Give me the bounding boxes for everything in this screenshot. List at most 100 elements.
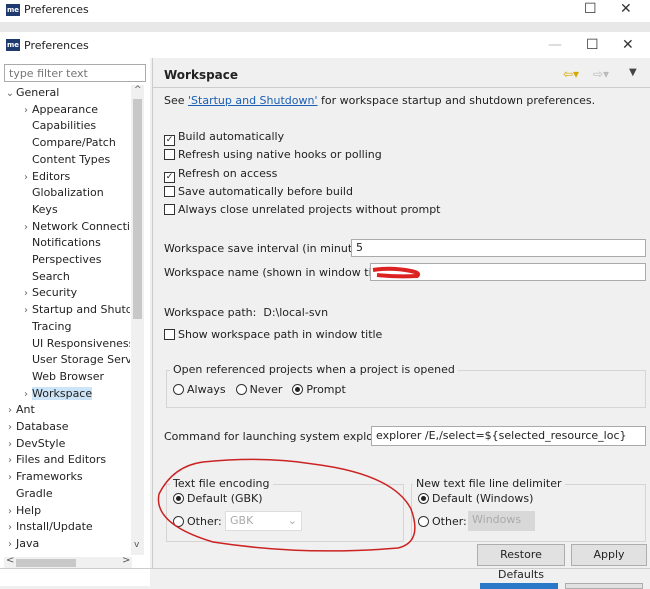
tree-item-label: Perspectives xyxy=(32,253,102,266)
tree-item-label: Network Connecti xyxy=(32,219,130,233)
chevron-right-icon[interactable]: › xyxy=(4,437,16,453)
open-referenced-group: Open referenced projects when a project … xyxy=(166,363,646,408)
outer-maximize-button[interactable]: ☐ xyxy=(584,1,597,17)
open-ref-radio[interactable]: Prompt xyxy=(292,383,346,396)
chevron-right-icon[interactable]: › xyxy=(20,303,32,319)
show-path-checkbox[interactable]: Show workspace path in window title xyxy=(164,328,382,341)
tree-item[interactable]: Compare/Patch xyxy=(4,135,116,151)
chevron-right-icon[interactable]: › xyxy=(4,520,16,536)
app-logo-icon: me xyxy=(6,4,20,16)
tree-item[interactable]: › Frameworks xyxy=(4,469,83,485)
tree-item[interactable]: ⌄ General xyxy=(4,85,60,102)
checkbox-option[interactable]: Refresh using native hooks or polling xyxy=(164,148,441,166)
tree-item-label: Install/Update xyxy=(16,520,93,534)
outer-title-bar: me Preferences ☐ ✕ xyxy=(0,0,650,22)
startup-shutdown-link[interactable]: 'Startup and Shutdown' xyxy=(188,94,317,107)
minimize-button[interactable]: — xyxy=(548,37,562,53)
tree-item[interactable]: › Appearance xyxy=(4,102,98,118)
chevron-right-icon[interactable]: › xyxy=(4,453,16,469)
chevron-right-icon[interactable]: › xyxy=(4,403,16,419)
tree-item[interactable]: Gradle xyxy=(4,486,53,502)
tree-item[interactable]: Keys xyxy=(4,202,58,218)
cancel-button[interactable] xyxy=(565,583,643,589)
left-panel: ⌄General›AppearanceCapabilities Compare/P… xyxy=(0,58,150,586)
chevron-right-icon[interactable]: › xyxy=(20,103,32,119)
forward-arrow-icon[interactable]: ⇨▾ xyxy=(593,67,609,81)
delimiter-default-radio[interactable]: Default (Windows) xyxy=(418,492,533,505)
tree-item-label: Gradle xyxy=(16,486,53,500)
chevron-right-icon[interactable]: › xyxy=(4,470,16,486)
tree-item[interactable]: › Ant xyxy=(4,402,35,418)
preference-tree: ⌄ General › Appearance Capabilities Compare/P… xyxy=(4,85,130,555)
apply-and-close-button[interactable] xyxy=(480,583,558,589)
close-button[interactable]: ✕ xyxy=(622,37,634,53)
tree-item[interactable]: › Network Connecti xyxy=(4,219,130,235)
tree-item-label: Notifications xyxy=(32,236,101,250)
outer-close-button[interactable]: ✕ xyxy=(620,1,632,17)
tree-item[interactable]: › Install/Update xyxy=(4,519,93,535)
chevron-right-icon[interactable]: › xyxy=(4,420,16,436)
explorer-command-label: Command for launching system explorer: xyxy=(164,430,393,443)
tree-item[interactable]: UI Responsiveness xyxy=(4,336,130,352)
tree-item[interactable]: Tracing xyxy=(4,319,71,335)
open-ref-radio[interactable]: Never xyxy=(235,383,282,396)
tree-item[interactable]: Perspectives xyxy=(4,252,101,268)
delimiter-select[interactable]: Windows xyxy=(468,511,535,531)
chevron-right-icon[interactable]: › xyxy=(20,387,32,403)
explorer-command-input[interactable]: explorer /E,/select=${selected_resource_… xyxy=(371,426,646,446)
tree-item-label: Startup and Shutd xyxy=(32,303,130,317)
tree-item[interactable]: Notifications xyxy=(4,235,101,251)
chevron-down-icon[interactable]: ⌄ xyxy=(4,86,16,102)
chevron-right-icon[interactable]: › xyxy=(4,537,16,553)
dialog-footer xyxy=(0,568,650,589)
tree-item-label: Capabilities xyxy=(32,119,97,133)
save-interval-input[interactable]: 5 xyxy=(351,239,646,257)
tree-item[interactable]: › Editors xyxy=(4,169,70,185)
chevron-right-icon[interactable]: › xyxy=(4,504,16,520)
restore-defaults-button[interactable]: Restore Defaults xyxy=(477,544,565,581)
tree-item[interactable]: › Startup and Shutd xyxy=(4,302,130,318)
tree-item-label: Help xyxy=(16,503,42,517)
tree-item[interactable]: › Files and Editors xyxy=(4,452,106,468)
checkbox-option[interactable]: ✓ Build automatically xyxy=(164,130,441,148)
open-ref-radio[interactable]: Always xyxy=(173,383,226,396)
tree-item[interactable]: Content Types xyxy=(4,152,110,168)
chevron-right-icon[interactable]: › xyxy=(20,170,32,186)
tree-item[interactable]: › Database xyxy=(4,419,69,435)
tree-item-label: User Storage Serv xyxy=(32,353,130,367)
tree-item[interactable]: › Java xyxy=(4,536,39,552)
checkbox-option[interactable]: ✓ Refresh on access xyxy=(164,167,441,185)
checkbox-option[interactable]: Save automatically before build xyxy=(164,185,441,203)
apply-button[interactable]: Apply xyxy=(571,544,647,566)
maximize-button[interactable]: ☐ xyxy=(586,37,599,53)
redaction-scribble xyxy=(372,266,421,279)
view-menu-icon[interactable]: ▼ xyxy=(629,67,637,78)
tree-item-label: Tracing xyxy=(32,319,72,333)
tree-item-label: DevStyle xyxy=(16,436,66,450)
checkbox-list: ✓ Build automatically Refresh using native… xyxy=(164,130,441,221)
tree-item[interactable]: Search xyxy=(4,269,70,285)
workspace-name-input[interactable] xyxy=(370,263,646,281)
filter-input[interactable] xyxy=(4,64,146,82)
tree-item[interactable]: User Storage Serv xyxy=(4,352,130,368)
tree-item[interactable]: Web Browser xyxy=(4,369,104,385)
tree-item[interactable]: Capabilities xyxy=(4,118,96,134)
workspace-path: Workspace path: D:\local-svn xyxy=(164,306,329,319)
chevron-right-icon[interactable]: › xyxy=(20,286,32,302)
tree-item[interactable]: › DevStyle xyxy=(4,436,65,452)
app-logo-icon: me xyxy=(6,39,20,51)
workspace-page: Workspace ⇦▾ ⇨▾ ▼ See 'Startup and Shutd… xyxy=(152,58,650,581)
tree-item[interactable]: › Workspace xyxy=(4,386,93,403)
tree-item[interactable]: › Security xyxy=(4,285,77,301)
chevron-right-icon[interactable]: › xyxy=(20,220,32,236)
tree-vertical-scrollbar[interactable]: ^ v xyxy=(131,85,144,555)
tree-item[interactable]: Globalization xyxy=(4,185,104,201)
checkbox-option[interactable]: Always close unrelated projects without … xyxy=(164,203,441,221)
tree-item-label: Security xyxy=(32,286,78,300)
outer-window-title: Preferences xyxy=(24,3,89,16)
scrollbar-thumb[interactable] xyxy=(133,99,142,319)
tree-item-label: Search xyxy=(32,269,70,283)
tree-item-label: Ant xyxy=(16,403,35,417)
tree-item[interactable]: › Help xyxy=(4,503,41,519)
back-arrow-icon[interactable]: ⇦▾ xyxy=(563,67,579,81)
